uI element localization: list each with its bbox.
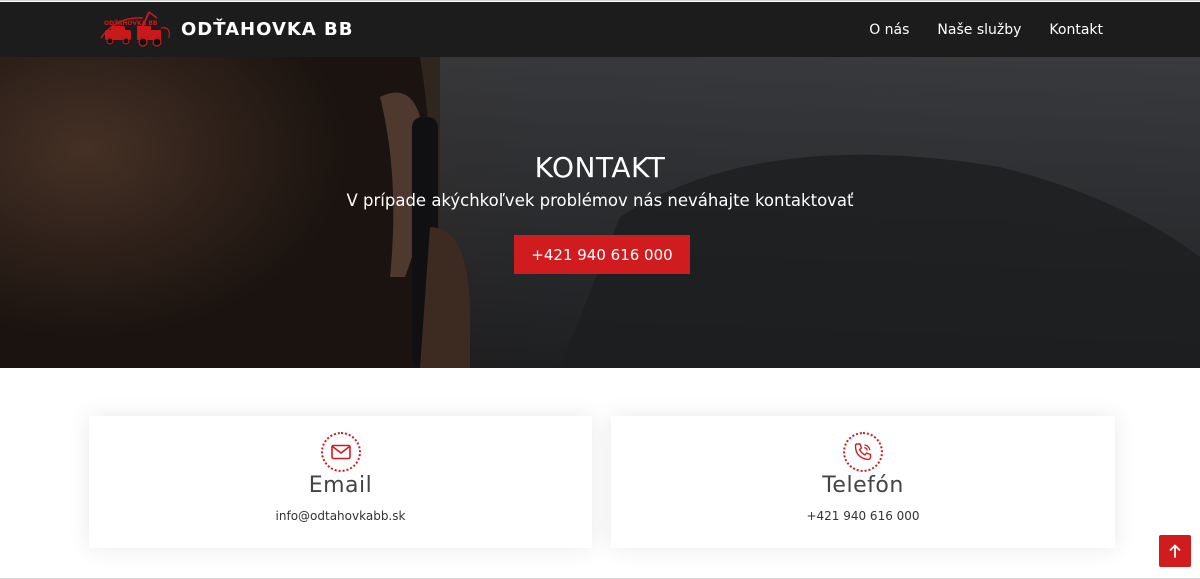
- back-to-top-button[interactable]: [1159, 535, 1191, 567]
- hero-title: KONTAKT: [534, 151, 666, 184]
- email-title: Email: [308, 473, 373, 498]
- tow-truck-logo: ODŤAHOVKA BB: [100, 11, 170, 47]
- phone-icon: [843, 432, 883, 472]
- nav-item-services[interactable]: Naše služby: [937, 22, 1021, 38]
- arrow-up-icon: [1169, 544, 1181, 558]
- main-nav: O nás Naše služby Kontakt: [869, 2, 1103, 57]
- phone-title: Telefón: [822, 473, 904, 498]
- navbar: ODŤAHOVKA BB ODŤAHOVKA BB O nás Naše slu…: [0, 2, 1200, 57]
- hero-subtitle: V prípade akýchkoľvek problémov nás nevá…: [346, 191, 854, 210]
- phone-value[interactable]: +421 940 616 000: [611, 509, 1115, 523]
- phone-card: Telefón +421 940 616 000: [611, 416, 1115, 548]
- hero-section: KONTAKT V prípade akýchkoľvek problémov …: [0, 57, 1200, 368]
- nav-item-about[interactable]: O nás: [869, 22, 909, 38]
- call-button[interactable]: +421 940 616 000: [514, 235, 690, 274]
- nav-item-contact[interactable]: Kontakt: [1049, 22, 1103, 38]
- svg-text:ODŤAHOVKA BB: ODŤAHOVKA BB: [104, 19, 158, 27]
- envelope-icon: [320, 432, 361, 472]
- brand-link[interactable]: ODŤAHOVKA BB ODŤAHOVKA BB: [97, 8, 353, 50]
- email-card: Email info@odtahovkabb.sk: [89, 416, 592, 548]
- hero-overlay: [0, 57, 1200, 368]
- brand-name: ODŤAHOVKA BB: [181, 18, 354, 40]
- email-value[interactable]: info@odtahovkabb.sk: [89, 509, 592, 523]
